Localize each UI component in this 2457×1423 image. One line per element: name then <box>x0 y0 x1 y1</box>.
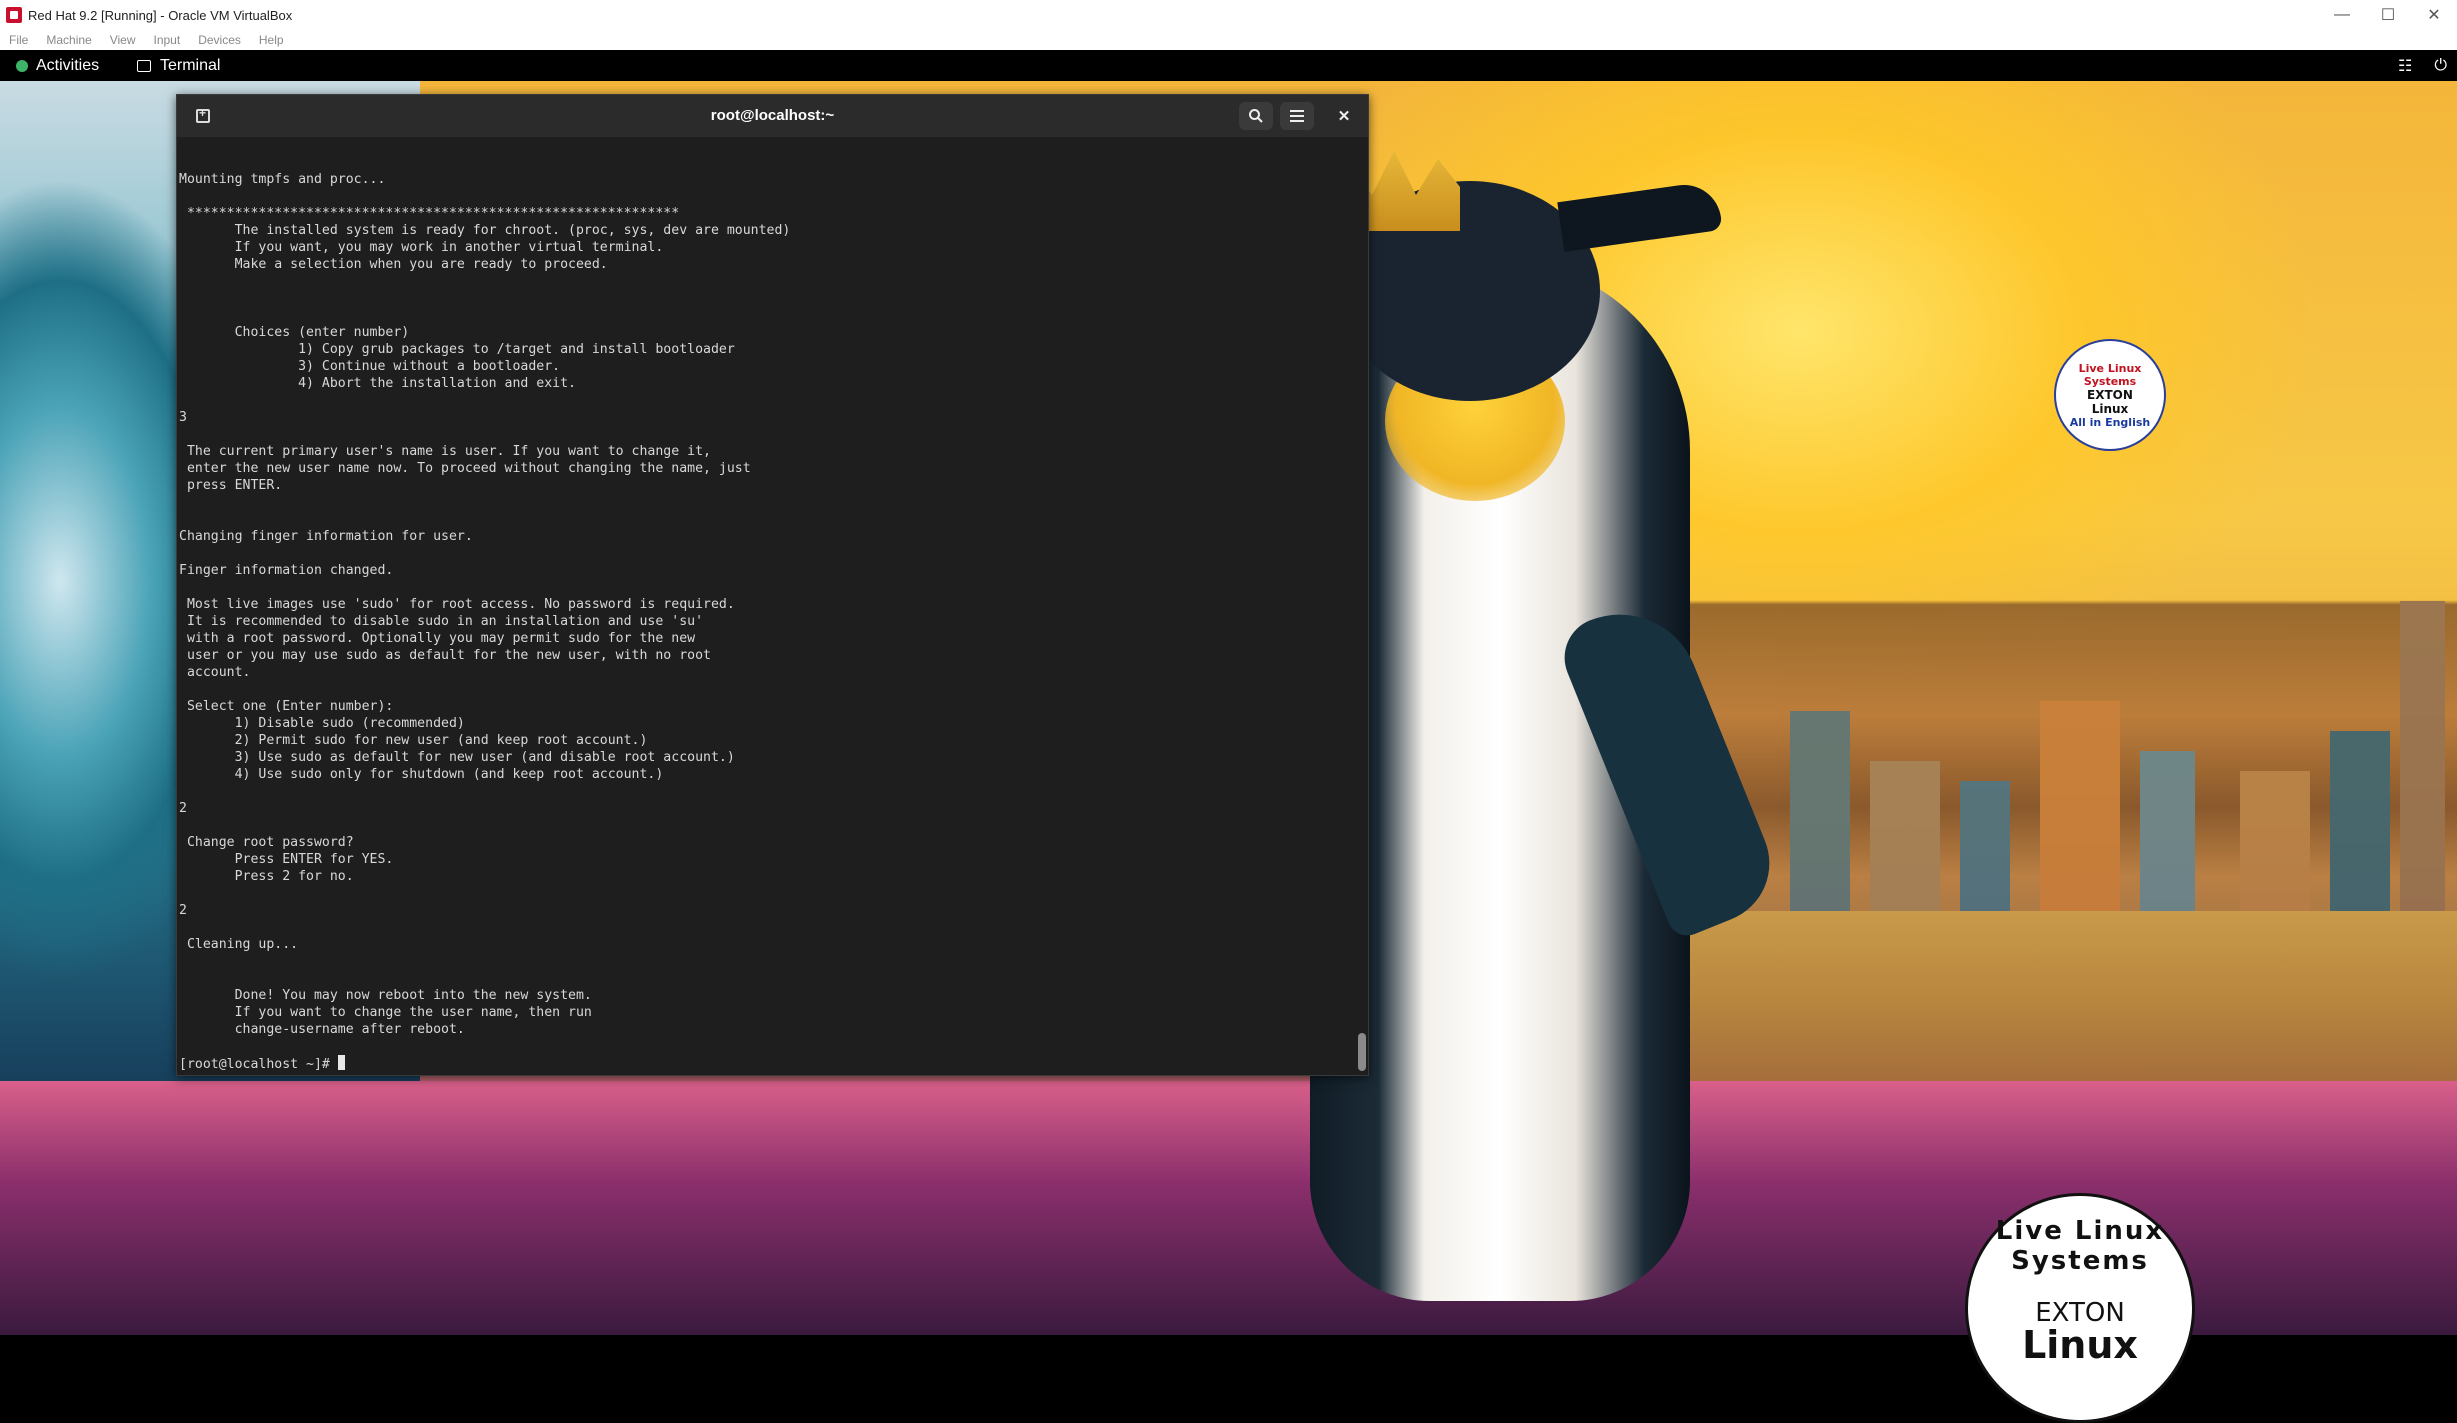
menu-devices[interactable]: Devices <box>198 33 241 47</box>
window-controls: — ☐ ✕ <box>2319 0 2457 30</box>
redhat-logo-icon <box>16 59 28 72</box>
close-icon: ✕ <box>1337 108 1351 125</box>
maximize-icon[interactable]: ☐ <box>2365 0 2411 30</box>
vbox-menubar: File Machine View Input Devices Help <box>0 30 2457 50</box>
new-tab-button[interactable] <box>186 102 220 130</box>
virtualbox-logo-icon <box>6 7 22 23</box>
badge-small-line2: Linux <box>2091 401 2129 416</box>
exton-linux-logo-small: Live Linux Systems EXTON Linux All in En… <box>2054 339 2166 451</box>
terminal-output: Mounting tmpfs and proc... *************… <box>179 137 1356 1055</box>
terminal-line: 2 <box>179 903 187 918</box>
terminal-line: If you want to change the user name, the… <box>179 1005 592 1020</box>
badge-large-top: Live Linux Systems <box>1995 1216 2165 1276</box>
badge-small-bottom: All in English <box>2069 415 2151 429</box>
terminal-line: with a root password. Optionally you may… <box>179 631 696 646</box>
vbox-titlebar: Red Hat 9.2 [Running] - Oracle VM Virtua… <box>0 0 2457 30</box>
terminal-line: Most live images use 'sudo' for root acc… <box>179 597 735 612</box>
terminal-line: Cleaning up... <box>179 937 299 952</box>
menu-machine[interactable]: Machine <box>46 33 91 47</box>
terminal-line: 2) Permit sudo for new user (and keep ro… <box>179 733 648 748</box>
terminal-line: Press 2 for no. <box>179 869 354 884</box>
app-menu-terminal[interactable]: Terminal <box>137 50 220 81</box>
search-icon <box>1249 109 1263 123</box>
terminal-line: 3 <box>179 410 187 425</box>
terminal-title: root@localhost:~ <box>710 107 835 124</box>
menu-file[interactable]: File <box>9 33 28 47</box>
app-menu-label: Terminal <box>160 56 221 74</box>
close-window-icon[interactable]: ✕ <box>2411 0 2457 30</box>
terminal-line: Choices (enter number) <box>179 325 410 340</box>
terminal-line: Changing finger information for user. <box>179 529 473 544</box>
terminal-icon <box>137 59 151 72</box>
terminal-line: Change root password? <box>179 835 354 850</box>
terminal-line: The current primary user's name is user.… <box>179 444 711 459</box>
exton-linux-logo-large: Live Linux Systems EXTON Linux <box>1965 1193 2195 1423</box>
terminal-prompt-line[interactable]: [root@localhost ~]# <box>179 1055 1356 1073</box>
badge-small-line1: EXTON <box>2087 387 2133 402</box>
text-cursor <box>337 1055 345 1070</box>
terminal-line: Select one (Enter number): <box>179 699 394 714</box>
terminal-line: ****************************************… <box>179 206 680 221</box>
menu-help[interactable]: Help <box>259 33 284 47</box>
wallpaper-water <box>1560 911 2457 1091</box>
terminal-line: If you want, you may work in another vir… <box>179 240 664 255</box>
terminal-line: 1) Disable sudo (recommended) <box>179 716 465 731</box>
terminal-line: Mounting tmpfs and proc... <box>179 172 386 187</box>
menu-view[interactable]: View <box>110 33 136 47</box>
menu-button[interactable] <box>1280 102 1314 130</box>
new-tab-icon <box>196 106 210 123</box>
activities-label: Activities <box>36 56 100 74</box>
terminal-line: Done! You may now reboot into the new sy… <box>179 988 592 1003</box>
search-button[interactable] <box>1239 102 1273 130</box>
terminal-scrollbar[interactable] <box>1358 137 1366 1075</box>
minimize-icon[interactable]: — <box>2319 0 2365 30</box>
power-icon[interactable]: ⏻ <box>2434 57 2447 75</box>
terminal-body[interactable]: Mounting tmpfs and proc... *************… <box>177 137 1356 1075</box>
activities-button[interactable]: Activities <box>16 50 99 81</box>
system-tray[interactable]: ☷ ⏻ <box>2376 50 2447 81</box>
terminal-line: enter the new user name now. To proceed … <box>179 461 751 476</box>
badge-large-line2: Linux <box>2022 1323 2138 1367</box>
terminal-line: 4) Use sudo only for shutdown (and keep … <box>179 767 664 782</box>
shell-prompt: [root@localhost ~]# <box>179 1057 338 1072</box>
terminal-line: It is recommended to disable sudo in an … <box>179 614 704 629</box>
terminal-line: The installed system is ready for chroot… <box>179 223 791 238</box>
terminal-line: account. <box>179 665 251 680</box>
scrollbar-thumb[interactable] <box>1358 1033 1366 1071</box>
gnome-topbar: Activities Terminal ☷ ⏻ <box>0 50 2457 81</box>
terminal-line: 2 <box>179 801 187 816</box>
penguin-beak <box>1557 180 1723 252</box>
terminal-line: user or you may use sudo as default for … <box>179 648 711 663</box>
network-icon[interactable]: ☷ <box>2398 56 2412 76</box>
terminal-window[interactable]: root@localhost:~ ✕ Mounting tmpfs and pr… <box>176 94 1369 1076</box>
terminal-line: 3) Continue without a bootloader. <box>179 359 561 374</box>
close-button[interactable]: ✕ <box>1327 102 1361 130</box>
terminal-line: 4) Abort the installation and exit. <box>179 376 576 391</box>
badge-small-top: Live Linux Systems <box>2078 361 2142 388</box>
terminal-line: change-username after reboot. <box>179 1022 465 1037</box>
vbox-window-title: Red Hat 9.2 [Running] - Oracle VM Virtua… <box>28 7 293 23</box>
terminal-line: Make a selection when you are ready to p… <box>179 257 608 272</box>
terminal-line: Press ENTER for YES. <box>179 852 394 867</box>
terminal-line: Finger information changed. <box>179 563 394 578</box>
menu-input[interactable]: Input <box>154 33 181 47</box>
terminal-line: press ENTER. <box>179 478 283 493</box>
terminal-line: 1) Copy grub packages to /target and ins… <box>179 342 735 357</box>
terminal-line: 3) Use sudo as default for new user (and… <box>179 750 735 765</box>
hamburger-menu-icon <box>1290 110 1304 122</box>
terminal-header[interactable]: root@localhost:~ ✕ <box>177 95 1368 137</box>
